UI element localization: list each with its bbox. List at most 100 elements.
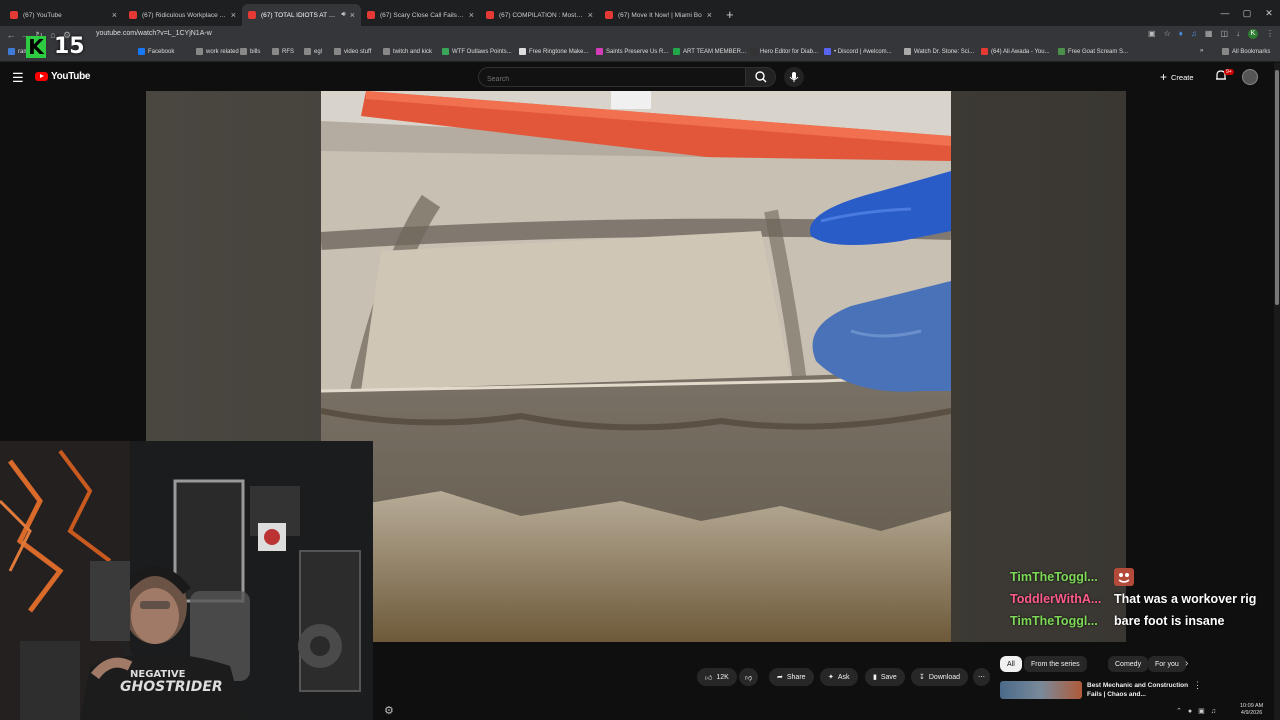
download-button[interactable]: ↧ Download [911,668,969,686]
tab-close-icon[interactable]: × [231,10,236,20]
browser-tab[interactable]: (67) Scary Close Call Fails | Luck × [361,4,480,26]
tab-close-icon[interactable]: × [588,10,593,20]
bookmark-item[interactable]: • Discord | #welcom... [824,48,892,55]
ask-button[interactable]: ✦ Ask [820,668,858,686]
more-horizontal-icon: ⋯ [978,674,985,681]
tab-audio-icon[interactable]: 🔊︎ [341,11,345,19]
menu-kebab-icon[interactable]: ⋮ [1266,29,1274,39]
video-frame[interactable] [321,91,951,642]
profile-avatar[interactable]: K [1248,29,1258,39]
sidepanel-icon[interactable]: ◫ [1220,29,1228,39]
youtube-logo[interactable]: YouTube [35,71,91,82]
bookmark-item[interactable]: Free Ringtone Make... [519,48,588,55]
filter-chip[interactable]: For you [1148,656,1186,672]
sound-icon[interactable]: ♫ [1191,29,1197,39]
tab-title: (67) Move It Now! | Miami Bo [618,11,702,19]
chips-next-chevron-icon[interactable]: › [1185,658,1188,669]
tray-mic-icon[interactable]: ● [1188,708,1192,715]
like-count: 12K [716,673,729,681]
filter-chip[interactable]: Comedy [1108,656,1149,672]
bookmark-item[interactable]: twitch and kick [383,48,432,55]
browser-tab[interactable]: (67) COMPILATION : Most Sho × [480,4,599,26]
settings-gear-icon[interactable]: ⚙ [384,704,394,717]
like-button[interactable]: 👍︎ 12K [697,668,737,686]
bookmark-item[interactable]: Free Goat Scream S... [1058,48,1128,55]
dislike-button[interactable]: 👎︎ [739,668,759,686]
url-field[interactable]: youtube.com/watch?v=L_1CYjN1A-w [96,30,212,37]
tray-chevron-icon[interactable]: ⌃ [1176,707,1182,715]
tab-close-icon[interactable]: × [707,10,712,20]
bookmark-label: • Discord | #welcom... [834,48,892,55]
bookmark-item[interactable]: (64) Ali Awada - You... [981,48,1050,55]
close-window-button[interactable]: ✕ [1258,8,1280,19]
voice-search-button[interactable] [784,67,804,87]
bookmark-label: Watch Dr. Stone: Sci... [914,48,975,55]
recommended-video-title[interactable]: Best Mechanic and Construction Fails | C… [1087,682,1197,699]
bookmark-favicon-icon [673,48,680,55]
video-content-image [321,91,951,642]
bookmark-item[interactable]: WTF Outlaws Points... [442,48,512,55]
share-button[interactable]: ➦ Share [769,668,814,686]
bookmark-label: Free Goat Scream S... [1068,48,1129,55]
plus-icon: + [1160,70,1168,84]
new-tab-button[interactable]: + [718,7,742,26]
account-avatar[interactable] [1242,69,1258,85]
search-button[interactable] [746,67,776,87]
bookmark-icon: ▮ [873,674,877,681]
extension-icon[interactable]: ♦ [1179,29,1183,39]
bookmark-label: RFS [282,48,294,55]
browser-tab[interactable]: (67) YouTube × [4,4,123,26]
tray-volume-icon[interactable]: ♫ [1211,708,1216,715]
extensions-puzzle-icon[interactable]: ▦ [1205,29,1213,39]
menu-hamburger-icon[interactable]: ☰ [12,70,24,86]
minimize-button[interactable]: — [1214,8,1236,18]
filter-chip[interactable]: All [1000,656,1022,672]
bookmark-item[interactable]: ART TEAM MEMBER... [673,48,746,55]
tab-title: (67) TOTAL IDIOTS AT WORK [261,11,338,19]
bookmark-label: bills [250,48,261,55]
bookmarks-overflow-icon[interactable]: » [1200,48,1203,54]
bookmark-label: Saints Preserve Us R... [606,48,669,55]
save-button[interactable]: ▮ Save [865,668,905,686]
all-bookmarks-button[interactable]: All Bookmarks [1222,48,1270,55]
bookmark-item[interactable]: Hero Editor for Diab... [750,48,818,55]
tab-close-icon[interactable]: × [469,10,474,20]
download-label: Download [928,673,961,681]
tab-close-icon[interactable]: × [112,10,117,20]
system-tray: ⌃ ● ▣ ♫ [1176,702,1216,720]
bookmark-item[interactable]: bills [240,48,260,55]
recommended-more-icon[interactable]: ⋮ [1193,680,1202,691]
ask-label: Ask [837,673,850,681]
bookmark-favicon-icon [240,48,247,55]
tab-close-icon[interactable]: × [350,10,355,20]
search-input[interactable] [479,70,745,89]
more-actions-button[interactable]: ⋯ [973,668,990,686]
bookmarks-bar: ramstuffFacebookwork relatedbillsRFSeglv… [0,44,1280,62]
downloads-icon[interactable]: ↓ [1236,29,1240,39]
browser-tab[interactable]: (67) TOTAL IDIOTS AT WORK🔊︎ × [242,4,361,26]
scrollbar-thumb[interactable] [1275,70,1279,305]
bookmark-star-icon[interactable]: ☆ [1164,29,1171,39]
bookmark-item[interactable]: egl [304,48,322,55]
tray-network-icon[interactable]: ▣ [1198,707,1205,715]
browser-tab[interactable]: (67) Ridiculous Workplace Acci × [123,4,242,26]
thumbs-up-icon: 👍︎ [705,674,713,682]
bookmark-item[interactable]: Saints Preserve Us R... [596,48,668,55]
maximize-button[interactable]: ▢ [1236,8,1258,19]
bookmark-item[interactable]: Watch Dr. Stone: Sci... [904,48,974,55]
tab-title: (67) COMPILATION : Most Sho [499,11,584,19]
bookmark-item[interactable]: RFS [272,48,294,55]
tab-title: (67) Ridiculous Workplace Acci [142,11,227,19]
create-button[interactable]: + Create [1160,70,1194,84]
bookmark-favicon-icon [596,48,603,55]
recommended-video-thumbnail[interactable] [1000,681,1082,699]
browser-tab[interactable]: (67) Move It Now! | Miami Bo × [599,4,718,26]
back-arrow-icon[interactable]: ← [4,30,18,40]
bookmark-item[interactable]: work related [196,48,239,55]
bookmark-favicon-icon [519,48,526,55]
save-label: Save [880,673,897,681]
bookmark-item[interactable]: Facebook [138,48,174,55]
bookmark-item[interactable]: video stuff [334,48,371,55]
install-icon[interactable]: ▣ [1148,29,1156,39]
filter-chip[interactable]: From the series [1024,656,1087,672]
